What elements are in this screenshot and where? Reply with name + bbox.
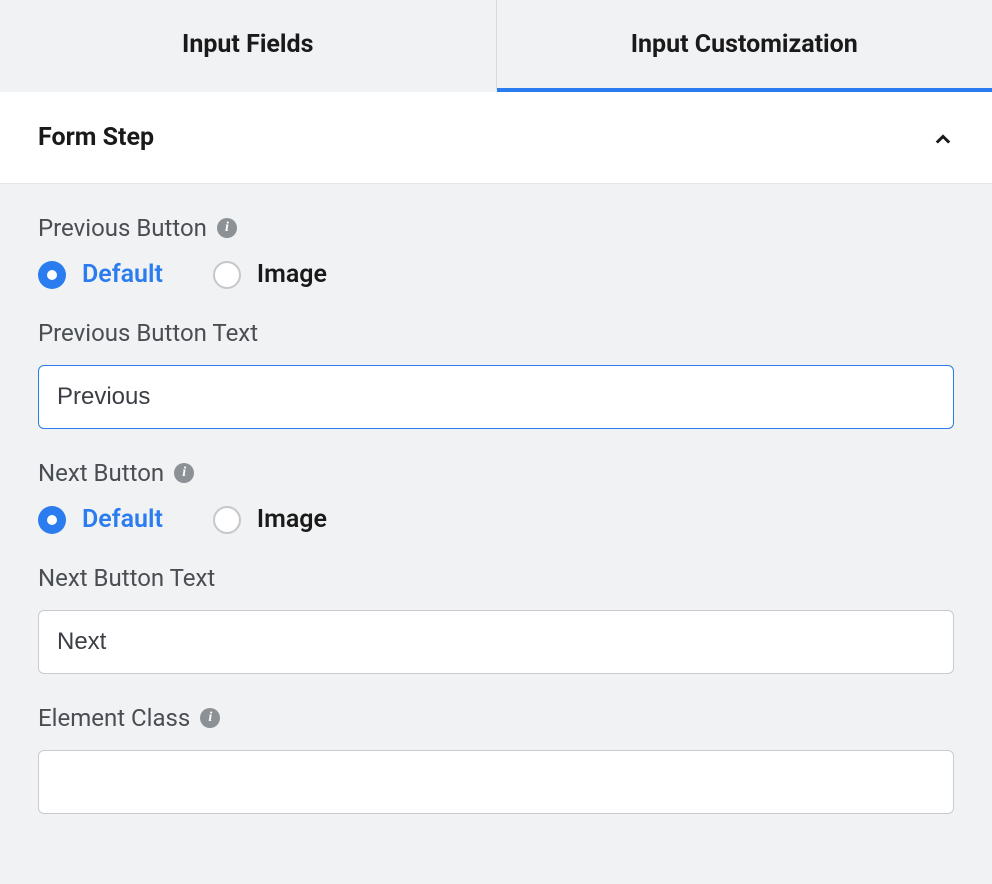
field-label-row: Element Class i [38,704,954,732]
field-next-button-text: Next Button Text [38,564,954,674]
element-class-input[interactable] [38,750,954,814]
field-label: Previous Button [38,214,207,242]
tab-input-fields[interactable]: Input Fields [0,0,497,92]
radio-icon [213,261,241,289]
field-label: Next Button Text [38,564,215,592]
tab-input-customization[interactable]: Input Customization [497,0,992,92]
tab-label: Input Fields [182,30,313,59]
chevron-up-icon[interactable] [932,127,954,149]
radio-next-default[interactable]: Default [38,505,163,534]
section-header[interactable]: Form Step [0,92,992,184]
radio-label: Image [257,260,327,289]
radio-label: Image [257,505,327,534]
next-button-text-input[interactable] [38,610,954,674]
field-label: Element Class [38,704,190,732]
panel-body: Previous Button i Default Image Previous… [0,184,992,884]
previous-button-text-input[interactable] [38,365,954,429]
field-label-row: Next Button i [38,459,954,487]
info-icon[interactable]: i [200,708,220,728]
field-label-row: Previous Button Text [38,319,954,347]
field-label: Previous Button Text [38,319,258,347]
field-label-row: Previous Button i [38,214,954,242]
field-previous-button: Previous Button i Default Image [38,214,954,289]
tab-label: Input Customization [631,30,858,59]
radio-row-previous: Default Image [38,260,954,289]
radio-label: Default [82,505,163,534]
radio-icon [38,261,66,289]
radio-icon [38,506,66,534]
field-label-row: Next Button Text [38,564,954,592]
info-icon[interactable]: i [174,463,194,483]
field-next-button: Next Button i Default Image [38,459,954,534]
radio-previous-default[interactable]: Default [38,260,163,289]
field-element-class: Element Class i [38,704,954,814]
radio-next-image[interactable]: Image [213,505,327,534]
radio-row-next: Default Image [38,505,954,534]
radio-previous-image[interactable]: Image [213,260,327,289]
tabs-container: Input Fields Input Customization [0,0,992,92]
radio-label: Default [82,260,163,289]
section-title: Form Step [38,123,154,152]
field-label: Next Button [38,459,164,487]
field-previous-button-text: Previous Button Text [38,319,954,429]
info-icon[interactable]: i [217,218,237,238]
radio-icon [213,506,241,534]
